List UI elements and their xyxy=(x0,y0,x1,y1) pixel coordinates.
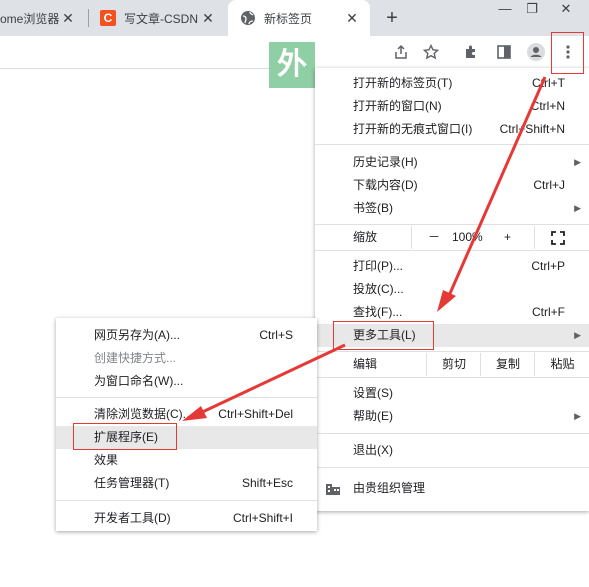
arrow-line xyxy=(195,343,346,417)
arrow-head xyxy=(437,290,456,312)
arrow-line xyxy=(446,76,547,299)
arrow-head xyxy=(182,406,207,421)
annotation-arrows xyxy=(182,76,547,421)
